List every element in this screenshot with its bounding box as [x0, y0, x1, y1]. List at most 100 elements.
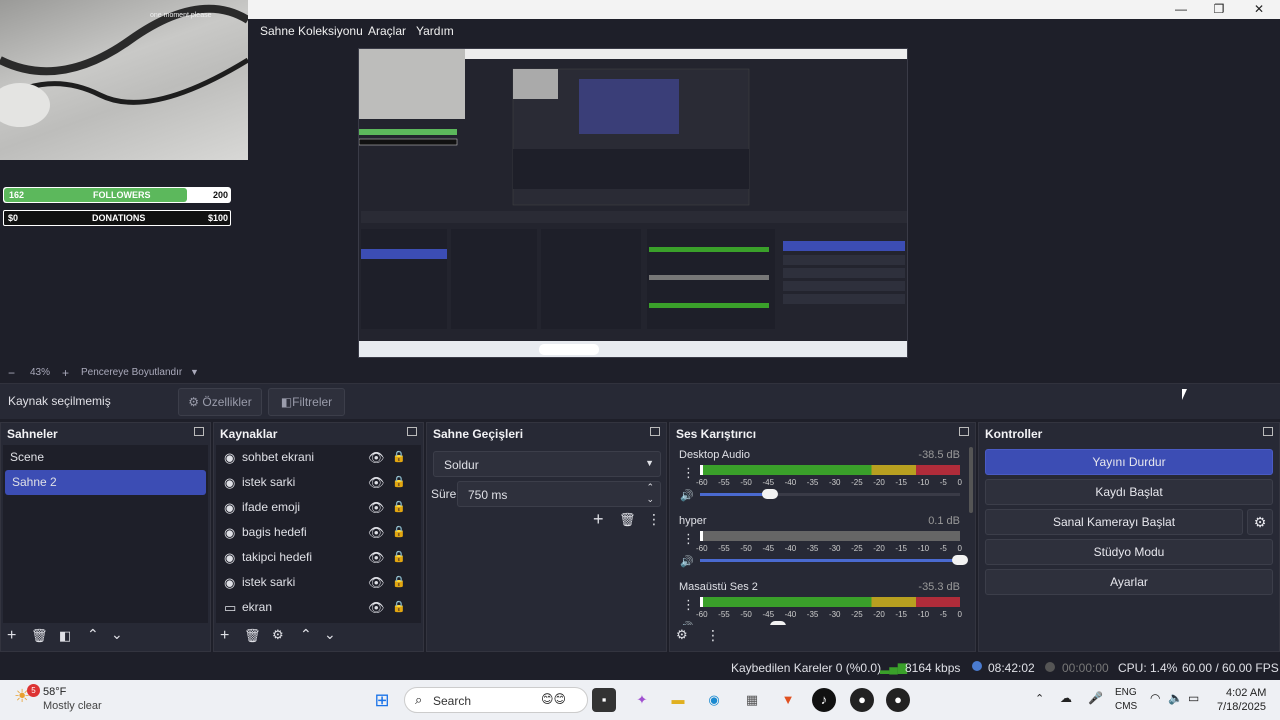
- virtual-camera-settings-button[interactable]: ⚙: [1247, 509, 1273, 535]
- dock-float-icon[interactable]: [407, 427, 417, 436]
- properties-button[interactable]: ⚙ Özellikler: [178, 388, 262, 416]
- studio-mode-button[interactable]: Stüdyo Modu: [985, 539, 1273, 565]
- speaker-muted-icon[interactable]: 🔊: [680, 555, 694, 568]
- start-recording-button[interactable]: Kaydı Başlat: [985, 479, 1273, 505]
- meter-tick-label: -30: [828, 610, 841, 619]
- scene-item-selected[interactable]: Sahne 2: [5, 470, 206, 495]
- source-item[interactable]: ◉ takipci hedefi 👁 🔒: [216, 545, 421, 570]
- source-item[interactable]: ◉ istek sarki 👁 🔒: [216, 470, 421, 495]
- more-icon[interactable]: ⋮: [647, 511, 661, 528]
- start-virtual-camera-button[interactable]: Sanal Kamerayı Başlat: [985, 509, 1243, 535]
- lock-icon[interactable]: 🔒: [392, 495, 406, 520]
- dock-float-icon[interactable]: [959, 427, 969, 436]
- chevron-up-icon[interactable]: ⌃: [1035, 692, 1044, 705]
- followers-label: FOLLOWERS: [93, 190, 151, 200]
- move-up-icon[interactable]: ⌃: [300, 626, 312, 643]
- clock-date[interactable]: 7/18/2025: [1217, 701, 1266, 713]
- mixer-scrollbar[interactable]: [969, 447, 973, 513]
- move-up-icon[interactable]: ⌃: [87, 626, 99, 643]
- meter-tick-label: -40: [784, 544, 797, 553]
- trash-icon[interactable]: 🗑: [31, 628, 48, 644]
- lock-icon[interactable]: 🔒: [392, 570, 406, 595]
- menu-scene-collection[interactable]: Sahne Koleksiyonu: [260, 24, 363, 38]
- more-icon[interactable]: ⋮: [706, 627, 720, 644]
- language-top[interactable]: ENG: [1115, 687, 1137, 698]
- volume-slider-handle[interactable]: [762, 489, 778, 499]
- stop-streaming-button[interactable]: Yayını Durdur: [985, 449, 1273, 475]
- maximize-button[interactable]: ❐: [1200, 0, 1238, 19]
- move-down-icon[interactable]: ⌄: [324, 626, 336, 643]
- brave-icon[interactable]: ▼: [776, 688, 800, 712]
- obs-live-icon[interactable]: ●: [886, 688, 910, 712]
- lock-icon[interactable]: 🔒: [392, 595, 406, 620]
- zoom-in-button[interactable]: +: [62, 366, 69, 380]
- dock-float-icon[interactable]: [650, 427, 660, 436]
- battery-icon[interactable]: ▭: [1188, 691, 1199, 705]
- eye-icon[interactable]: 👁: [368, 520, 385, 545]
- obs-icon[interactable]: ●: [850, 688, 874, 712]
- more-icon[interactable]: ⋮: [682, 531, 695, 547]
- trash-icon[interactable]: 🗑: [619, 512, 636, 528]
- tiktok-icon[interactable]: ♪: [812, 688, 836, 712]
- menubar: Sahne Koleksiyonu Araçlar Yardım: [248, 19, 1280, 43]
- microphone-icon[interactable]: 🎤: [1088, 691, 1103, 705]
- add-transition-icon[interactable]: +: [593, 509, 604, 530]
- speaker-icon[interactable]: 🔈: [1168, 691, 1183, 705]
- file-explorer-icon[interactable]: ▬: [666, 688, 690, 712]
- lock-icon[interactable]: 🔒: [392, 445, 406, 470]
- eye-icon[interactable]: 👁: [368, 470, 385, 495]
- more-icon[interactable]: ⋮: [682, 465, 695, 481]
- source-item[interactable]: ◉ bagis hedefi 👁 🔒: [216, 520, 421, 545]
- zoom-dropdown-arrow[interactable]: ▼: [190, 367, 199, 377]
- copilot-icon[interactable]: ✦: [630, 688, 654, 712]
- zoom-out-button[interactable]: −: [8, 366, 15, 380]
- cloud-icon[interactable]: ☁: [1060, 691, 1072, 705]
- gear-icon[interactable]: ⚙: [272, 627, 284, 643]
- eye-icon[interactable]: 👁: [368, 445, 385, 470]
- filters-button[interactable]: ◧Filtreler: [268, 388, 345, 416]
- spin-down-icon[interactable]: ⌄: [646, 494, 654, 505]
- add-icon[interactable]: +: [220, 627, 229, 645]
- taskbar-search[interactable]: ⌕ Search 😊😊: [404, 687, 588, 713]
- task-view-icon[interactable]: ▪: [592, 688, 616, 712]
- trash-icon[interactable]: 🗑: [244, 628, 261, 644]
- speaker-icon[interactable]: 🔊: [680, 489, 694, 502]
- eye-icon[interactable]: 👁: [368, 595, 385, 620]
- move-down-icon[interactable]: ⌄: [111, 626, 123, 643]
- dock-float-icon[interactable]: [194, 427, 204, 436]
- language-bottom[interactable]: CMS: [1115, 701, 1137, 712]
- more-icon[interactable]: ⋮: [682, 597, 695, 613]
- menu-tools[interactable]: Araçlar: [368, 24, 406, 38]
- meter-tick-label: -35: [806, 610, 819, 619]
- eye-icon[interactable]: 👁: [368, 545, 385, 570]
- filter-icon[interactable]: ◧: [59, 628, 71, 644]
- volume-slider-handle[interactable]: [952, 555, 968, 565]
- spin-up-icon[interactable]: ⌃: [646, 482, 654, 493]
- dock-float-icon[interactable]: [1263, 427, 1273, 436]
- fit-to-window-button[interactable]: Pencereye Boyutlandır: [81, 367, 182, 378]
- close-button[interactable]: ✕: [1240, 0, 1278, 19]
- source-item[interactable]: ◉ istek sarki 👁 🔒: [216, 570, 421, 595]
- duration-spinbox[interactable]: 750 ms ⌃ ⌄: [457, 481, 661, 507]
- source-item[interactable]: ▭ ekran 👁 🔒: [216, 595, 421, 620]
- edge-icon[interactable]: ◉: [702, 688, 726, 712]
- store-icon[interactable]: ▦: [740, 688, 764, 712]
- settings-button[interactable]: Ayarlar: [985, 569, 1273, 595]
- windows-start-icon[interactable]: ⊞: [370, 688, 394, 712]
- scene-item[interactable]: Scene: [3, 445, 208, 470]
- lock-icon[interactable]: 🔒: [392, 545, 406, 570]
- clock-time[interactable]: 4:02 AM: [1226, 687, 1266, 699]
- eye-icon[interactable]: 👁: [368, 495, 385, 520]
- lock-icon[interactable]: 🔒: [392, 520, 406, 545]
- lock-icon[interactable]: 🔒: [392, 470, 406, 495]
- webcam-image: [0, 4, 248, 127]
- source-item[interactable]: ◉ sohbet ekrani 👁 🔒: [216, 445, 421, 470]
- wifi-icon[interactable]: ◠: [1150, 691, 1160, 705]
- eye-icon[interactable]: 👁: [368, 570, 385, 595]
- minimize-button[interactable]: —: [1162, 0, 1200, 19]
- menu-help[interactable]: Yardım: [416, 24, 454, 38]
- add-icon[interactable]: +: [7, 627, 16, 645]
- gear-icon[interactable]: ⚙: [676, 627, 688, 643]
- source-item[interactable]: ◉ ifade emoji 👁 🔒: [216, 495, 421, 520]
- transition-select[interactable]: Soldur ▼: [433, 451, 661, 477]
